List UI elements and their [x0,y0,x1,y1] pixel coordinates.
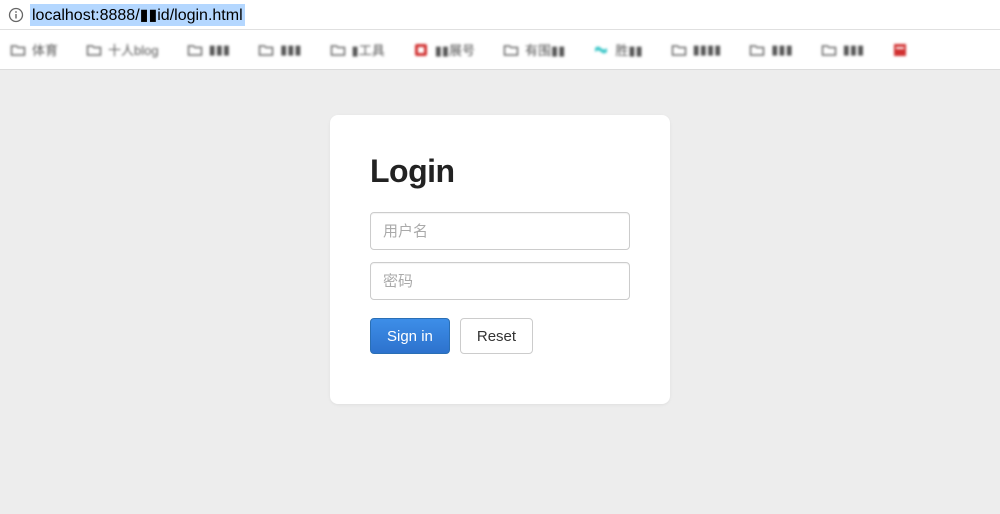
bookmark-label: 胜▮▮ [615,40,642,59]
signin-button[interactable]: Sign in [370,318,450,354]
bookmark-item[interactable]: ▮工具 [330,40,385,59]
bookmark-item[interactable]: 胜▮▮ [593,40,642,59]
bookmark-item[interactable]: ▮▮▮ [821,42,864,58]
bookmark-label: 十人blog [108,40,159,59]
bookmark-item[interactable]: ▮▮▮ [187,42,230,58]
bookmark-label: ▮▮▮ [280,42,301,58]
button-row: Sign in Reset [370,318,630,354]
bookmark-label: 有围▮▮ [525,40,565,59]
folder-icon [187,42,203,58]
bookmark-item[interactable]: ▮▮▮ [749,42,792,58]
folder-icon [10,42,26,58]
bookmark-label: 体育 [32,40,58,59]
site-icon [413,42,429,58]
password-input[interactable] [370,262,630,300]
bookmarks-bar: 体育 十人blog ▮▮▮ ▮▮▮ ▮工具 ▮▮展号 有围▮▮ 胜▮▮ ▮▮▮▮… [0,30,1000,70]
bookmark-item[interactable]: 有围▮▮ [503,40,565,59]
site-icon [593,42,609,58]
folder-icon [86,42,102,58]
username-input[interactable] [370,212,630,250]
login-title: Login [370,153,630,190]
bookmark-item[interactable]: ▮▮展号 [413,40,475,59]
bookmark-item[interactable]: 十人blog [86,40,159,59]
folder-icon [258,42,274,58]
bookmark-label: ▮▮▮ [771,42,792,58]
address-bar[interactable]: localhost:8888/▮▮id/login.html [0,0,1000,30]
folder-icon [503,42,519,58]
bookmark-label: ▮▮展号 [435,40,475,59]
info-icon [8,7,24,23]
site-icon [892,42,908,58]
bookmark-label: ▮▮▮ [209,42,230,58]
bookmark-item[interactable]: ▮▮▮▮ [671,42,722,58]
reset-button[interactable]: Reset [460,318,533,354]
url-text[interactable]: localhost:8888/▮▮id/login.html [30,4,245,26]
page-content: Login Sign in Reset [0,70,1000,514]
bookmark-label: ▮▮▮ [843,42,864,58]
bookmark-label: ▮工具 [352,40,385,59]
bookmark-label: ▮▮▮▮ [693,42,722,58]
folder-icon [671,42,687,58]
login-card: Login Sign in Reset [330,115,670,404]
bookmark-item[interactable]: ▮▮▮ [258,42,301,58]
bookmark-item[interactable]: 体育 [10,40,58,59]
folder-icon [821,42,837,58]
folder-icon [749,42,765,58]
bookmark-item[interactable] [892,42,914,58]
folder-icon [330,42,346,58]
